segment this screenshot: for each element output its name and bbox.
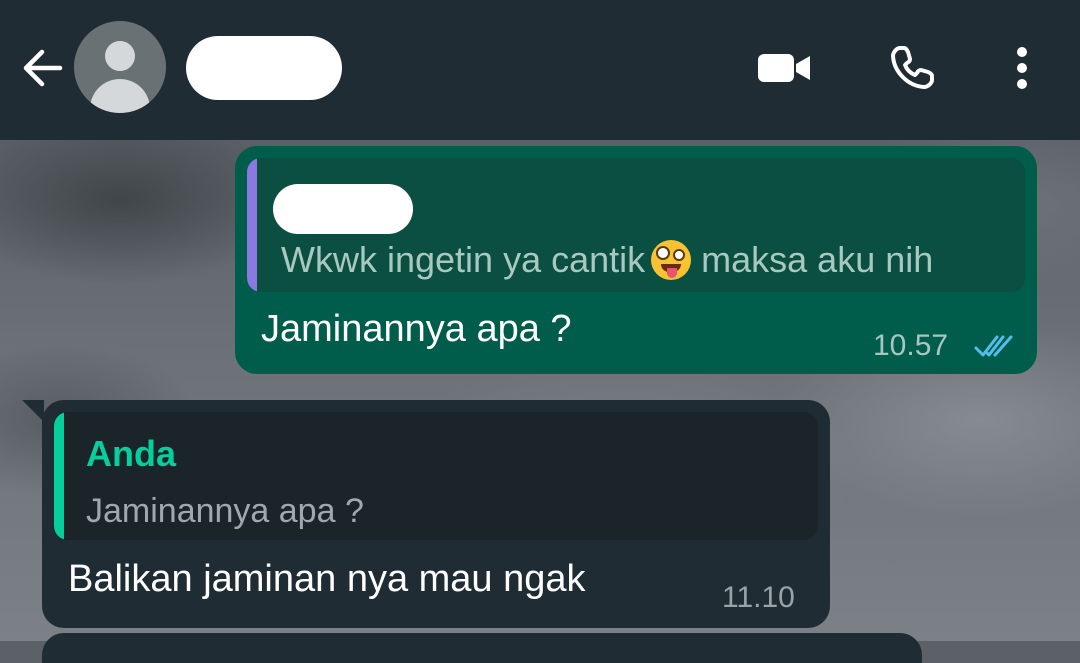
quoted-author [273, 184, 413, 234]
message-timestamp: 11.10 [722, 581, 795, 614]
arrow-left-icon [23, 49, 63, 87]
outgoing-message-bubble[interactable]: Wkwk ingetin ya cantik maksa aku nih Jami… [235, 146, 1037, 374]
partial-message-bubble[interactable] [42, 633, 922, 663]
phone-icon [891, 46, 934, 89]
quoted-author: Anda [86, 433, 176, 474]
three-dots-vertical-icon [1017, 47, 1027, 89]
quoted-text: Jaminannya apa ? [86, 492, 364, 530]
video-camera-icon [758, 54, 810, 82]
incoming-message-bubble[interactable]: Anda Jaminannya apa ? Balikan jaminan ny… [42, 400, 830, 628]
default-avatar-icon [105, 41, 135, 71]
more-options-button[interactable] [994, 40, 1050, 96]
chat-header [0, 0, 1080, 140]
double-check-icon [974, 335, 1013, 357]
message-text: Jaminannya apa ? [261, 308, 572, 350]
bubble-tail [22, 400, 44, 422]
video-call-button[interactable] [756, 40, 812, 96]
quoted-text-part-1: Wkwk ingetin ya cantik [281, 239, 646, 280]
contact-name[interactable] [186, 36, 342, 100]
back-button[interactable] [18, 44, 66, 92]
quote-accent-bar [54, 412, 64, 540]
quoted-message[interactable]: Wkwk ingetin ya cantik maksa aku nih [247, 158, 1025, 292]
message-timestamp: 10.57 [873, 329, 949, 362]
zany-face-emoji [651, 240, 692, 280]
message-text: Balikan jaminan nya mau ngak [68, 558, 586, 600]
quoted-text: Wkwk ingetin ya cantik maksa aku nih [281, 238, 933, 282]
contact-avatar[interactable] [74, 21, 166, 113]
quoted-message[interactable]: Anda Jaminannya apa ? [54, 412, 818, 540]
voice-call-button[interactable] [884, 40, 940, 96]
quote-accent-bar [247, 158, 257, 292]
quoted-text-part-2: maksa aku nih [701, 239, 934, 280]
